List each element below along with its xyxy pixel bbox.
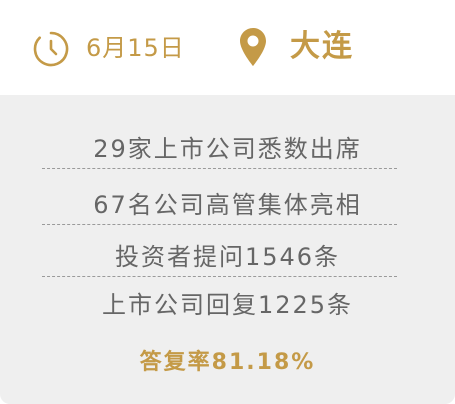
event-city: 大连 [290, 29, 354, 64]
info-card: 6月15日 大连 29家上市公司悉数出席 67名公司高管集体亮相 投资者提问15… [0, 0, 455, 404]
stat-reply-rate: 答复率81.18% [139, 350, 316, 375]
clock-icon [32, 30, 70, 68]
divider [42, 276, 397, 277]
divider [42, 168, 397, 169]
event-date: 6月15日 [86, 34, 185, 62]
divider [42, 224, 397, 225]
location-pin-icon [238, 26, 268, 68]
stat-companies-attending: 29家上市公司悉数出席 [93, 135, 362, 163]
stats-panel: 29家上市公司悉数出席 67名公司高管集体亮相 投资者提问1546条 上市公司回… [0, 95, 455, 404]
stat-questions: 投资者提问1546条 [114, 243, 341, 271]
stat-executives: 67名公司高管集体亮相 [93, 191, 362, 219]
card-header: 6月15日 大连 [0, 0, 455, 95]
stat-replies: 上市公司回复1225条 [101, 291, 354, 319]
